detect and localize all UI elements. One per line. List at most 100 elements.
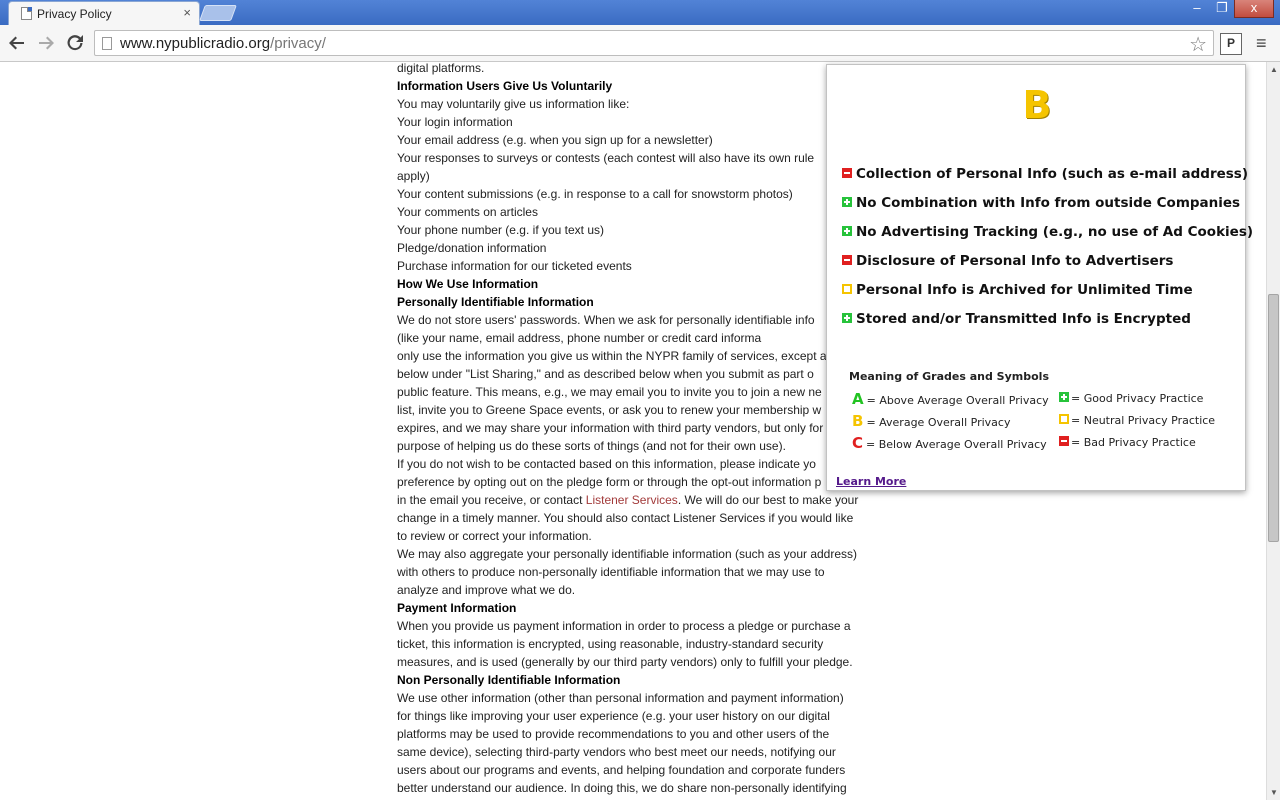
- text-line: Your login information: [397, 113, 877, 131]
- criterion-item: Collection of Personal Info (such as e-m…: [842, 166, 1248, 186]
- text-line: in the email you receive, or contact Lis…: [397, 491, 877, 509]
- back-arrow-icon[interactable]: [6, 32, 28, 54]
- section-heading: Payment Information: [397, 599, 877, 617]
- text-line: We do not store users' passwords. When w…: [397, 311, 877, 329]
- line-text: measures, and is used (generally by our …: [397, 655, 853, 669]
- line-text: Non Personally Identifiable Information: [397, 673, 621, 687]
- text-line: digital platforms.: [397, 62, 877, 77]
- line-text: users about our programs and events, and…: [397, 763, 846, 777]
- line-text: digital platforms.: [397, 62, 485, 75]
- grade-letter: B: [852, 412, 864, 430]
- privacy-extension-button[interactable]: P: [1220, 33, 1242, 55]
- privacy-grade: B: [1022, 83, 1052, 127]
- page-favicon-icon: [21, 7, 32, 20]
- scroll-down-icon[interactable]: ▼: [1270, 788, 1278, 797]
- line-text: Information Users Give Us Voluntarily: [397, 79, 613, 93]
- grade-legend-item: C = Below Average Overall Privacy: [852, 434, 1047, 452]
- text-line: Purchase information for our ticketed ev…: [397, 257, 877, 275]
- text-line: list, invite you to Greene Space events,…: [397, 401, 877, 419]
- line-text: same device), selecting third-party vend…: [397, 745, 836, 759]
- text-line: to review or correct your information.: [397, 527, 877, 545]
- criterion-label: Collection of Personal Info (such as e-m…: [856, 166, 1249, 182]
- new-tab-button[interactable]: [199, 5, 237, 21]
- line-text: Personally Identifiable Information: [397, 295, 594, 309]
- learn-more-link[interactable]: Learn More: [836, 475, 906, 488]
- bad-practice-icon: [1059, 436, 1069, 446]
- line-text: Your phone number (e.g. if you text us): [397, 223, 605, 237]
- minimize-button[interactable]: ‒: [1183, 0, 1211, 18]
- text-line: public feature. This means, e.g., we may…: [397, 383, 877, 401]
- line-text: How We Use Information: [397, 277, 539, 291]
- line-text: You may voluntarily give us information …: [397, 97, 630, 111]
- text-line: purpose of helping us do these sorts of …: [397, 437, 877, 455]
- line-text: We may also aggregate your personally id…: [397, 547, 858, 561]
- good-practice-icon: [1059, 392, 1069, 402]
- privacy-grade-popup: B Collection of Personal Info (such as e…: [826, 64, 1253, 491]
- text-line: Your phone number (e.g. if you text us): [397, 221, 877, 239]
- grade-legend-item: B = Average Overall Privacy: [852, 412, 1010, 430]
- tab-close-icon[interactable]: ×: [183, 5, 191, 20]
- legend-title: Meaning of Grades and Symbols: [849, 370, 1049, 383]
- url-path: /privacy/: [270, 35, 326, 52]
- criterion-item: Disclosure of Personal Info to Advertise…: [842, 253, 1173, 273]
- line-text: ticket, this information is encrypted, u…: [397, 637, 824, 651]
- tab-title: Privacy Policy: [37, 7, 112, 21]
- text-line: expires, and we may share your informati…: [397, 419, 877, 437]
- text-line: with others to produce non-personally id…: [397, 563, 877, 581]
- listener-services-link[interactable]: Listener Services: [586, 493, 678, 507]
- symbol-legend-text: = Neutral Privacy Practice: [1071, 414, 1216, 427]
- criterion-label: Personal Info is Archived for Unlimited …: [856, 282, 1193, 298]
- section-heading: Personally Identifiable Information: [397, 293, 877, 311]
- line-text: in the email you receive, or contact: [397, 493, 586, 507]
- criterion-label: Disclosure of Personal Info to Advertise…: [856, 253, 1174, 269]
- line-text: change in a timely manner. You should al…: [397, 511, 854, 525]
- maximize-button[interactable]: ❐: [1208, 0, 1236, 18]
- text-line: below under "List Sharing," and as descr…: [397, 365, 877, 383]
- tab-privacy-policy[interactable]: Privacy Policy ×: [8, 1, 200, 25]
- text-line: Pledge/donation information: [397, 239, 877, 257]
- text-line: Your responses to surveys or contests (e…: [397, 149, 877, 167]
- line-text: expires, and we may share your informati…: [397, 421, 824, 435]
- grade-legend-text: = Average Overall Privacy: [866, 416, 1011, 429]
- line-text: Your email address (e.g. when you sign u…: [397, 133, 713, 147]
- line-text: We use other information (other than per…: [397, 691, 844, 705]
- text-line: same device), selecting third-party vend…: [397, 743, 877, 761]
- browser-toolbar: www.nypublicradio.org/privacy/ ☆ P ≡: [0, 25, 1280, 62]
- scrollbar-thumb[interactable]: [1268, 294, 1279, 542]
- neutral-practice-icon: [1059, 414, 1069, 424]
- section-heading: Non Personally Identifiable Information: [397, 671, 877, 689]
- symbol-legend-text: = Bad Privacy Practice: [1071, 436, 1196, 449]
- section-heading: Information Users Give Us Voluntarily: [397, 77, 877, 95]
- forward-arrow-icon[interactable]: [35, 32, 57, 54]
- criterion-label: No Combination with Info from outside Co…: [856, 195, 1241, 211]
- text-line: users about our programs and events, and…: [397, 761, 877, 779]
- line-text: Purchase information for our ticketed ev…: [397, 259, 632, 273]
- line-text: When you provide us payment information …: [397, 619, 851, 633]
- line-text: to review or correct your information.: [397, 529, 592, 543]
- menu-icon[interactable]: ≡: [1256, 33, 1272, 53]
- line-text: If you do not wish to be contacted based…: [397, 457, 816, 471]
- url-host: www.nypublicradio.org: [120, 35, 271, 52]
- symbol-legend-item: = Good Privacy Practice: [1059, 392, 1203, 405]
- address-bar[interactable]: www.nypublicradio.org/privacy/ ☆: [94, 30, 1214, 56]
- line-text: below under "List Sharing," and as descr…: [397, 367, 814, 381]
- grade-letter: A: [852, 390, 864, 408]
- text-line: preference by opting out on the pledge f…: [397, 473, 877, 491]
- criterion-label: Stored and/or Transmitted Info is Encryp…: [856, 311, 1191, 327]
- line-text: public feature. This means, e.g., we may…: [397, 385, 822, 399]
- line-text: Pledge/donation information: [397, 241, 547, 255]
- close-window-button[interactable]: x: [1234, 0, 1274, 18]
- line-text: analyze and improve what we do.: [397, 583, 576, 597]
- grade-legend-text: = Above Average Overall Privacy: [866, 394, 1049, 407]
- symbol-legend-item: = Neutral Privacy Practice: [1059, 414, 1215, 427]
- symbol-legend-item: = Bad Privacy Practice: [1059, 436, 1196, 449]
- text-line: We may also aggregate your personally id…: [397, 545, 877, 563]
- scroll-up-icon[interactable]: ▲: [1270, 65, 1278, 74]
- criterion-item: No Combination with Info from outside Co…: [842, 195, 1240, 215]
- bookmark-star-icon[interactable]: ☆: [1189, 32, 1207, 57]
- line-text: better understand our audience. In doing…: [397, 781, 847, 795]
- vertical-scrollbar[interactable]: ▲ ▼: [1266, 62, 1280, 800]
- reload-icon[interactable]: [64, 32, 86, 54]
- good-practice-icon: [842, 226, 852, 236]
- text-line: platforms may be used to provide recomme…: [397, 725, 877, 743]
